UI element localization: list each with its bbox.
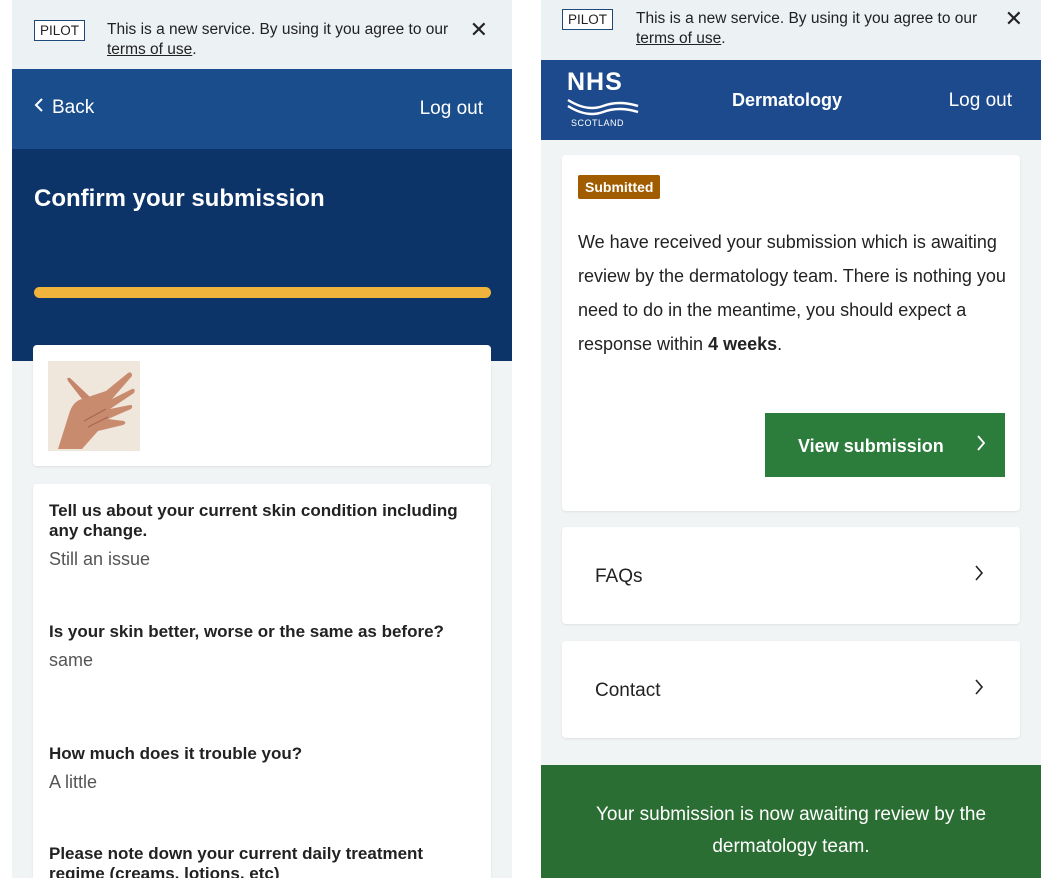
question: Tell us about your current skin conditio… [49,501,458,540]
pilot-text-after: . [721,30,726,47]
photo-card [33,345,491,466]
qa-item: Tell us about your current skin conditio… [49,501,469,570]
terms-of-use-link[interactable]: terms of use [107,41,192,58]
question: How much does it trouble you? [49,744,303,763]
logo-word: NHS [567,68,623,96]
nhs-header: NHS SCOTLAND Dermatology Log out [541,60,1041,140]
status-text-before: We have received your submission which i… [578,232,1006,354]
view-submission-button[interactable]: View submission [765,413,1005,477]
qa-item: How much does it trouble you? A little [49,744,469,793]
pilot-tag: PILOT [562,9,614,30]
logo-subtitle: SCOTLAND [571,118,625,128]
contact-link[interactable]: Contact [562,641,1020,738]
confirm-submission-screen: PILOT This is a new service. By using it… [12,0,512,878]
status-text-after: . [777,334,783,354]
pilot-banner: PILOT This is a new service. By using it… [12,0,512,69]
hero: Confirm your submission [12,149,512,361]
terms-of-use-link[interactable]: terms of use [636,30,721,47]
view-submission-label: View submission [798,436,944,456]
pilot-banner: PILOT This is a new service. By using it… [541,0,1041,60]
nhs-scotland-logo[interactable]: NHS SCOTLAND [567,68,639,134]
progress-bar [34,287,491,298]
question: Is your skin better, worse or the same a… [49,622,444,641]
chevron-right-icon [974,678,984,702]
pilot-text: This is a new service. By using it you a… [107,20,467,60]
faqs-label: FAQs [595,566,643,587]
pilot-text-before: This is a new service. By using it you a… [636,10,978,27]
logout-link[interactable]: Log out [420,98,483,120]
chevron-left-icon [34,97,44,119]
answer: A little [49,772,98,792]
logout-link[interactable]: Log out [949,90,1012,112]
top-nav: Back Log out [12,69,512,149]
close-icon[interactable]: ✕ [1005,8,1023,30]
back-label: Back [52,97,95,118]
chevron-right-icon [976,434,986,458]
pilot-text-before: This is a new service. By using it you a… [107,21,449,38]
answer: Still an issue [49,549,151,569]
qa-item: Please note down your current daily trea… [49,844,469,878]
review-notice-banner: Your submission is now awaiting review b… [541,765,1041,878]
submission-status-screen: PILOT This is a new service. By using it… [541,0,1041,878]
status-card: Submitted We have received your submissi… [562,155,1020,511]
answer: same [49,650,94,670]
chevron-right-icon [974,564,984,588]
review-notice-text: Your submission is now awaiting review b… [595,804,987,857]
faqs-link[interactable]: FAQs [562,527,1020,624]
status-message: We have received your submission which i… [578,225,1008,361]
pilot-text: This is a new service. By using it you a… [636,9,996,49]
status-badge: Submitted [578,175,661,199]
back-link[interactable]: Back [34,97,94,119]
response-time: 4 weeks [708,334,778,354]
skin-photo-thumbnail[interactable] [48,361,140,451]
pilot-text-after: . [192,41,197,58]
pilot-tag: PILOT [34,20,86,41]
answers-card: Tell us about your current skin conditio… [33,484,491,878]
close-icon[interactable]: ✕ [470,19,488,41]
qa-item: Is your skin better, worse or the same a… [49,622,469,671]
service-name: Dermatology [732,90,843,110]
progress-fill [34,287,491,298]
contact-label: Contact [595,680,661,701]
question: Please note down your current daily trea… [49,844,424,878]
page-title: Confirm your submission [34,185,325,212]
